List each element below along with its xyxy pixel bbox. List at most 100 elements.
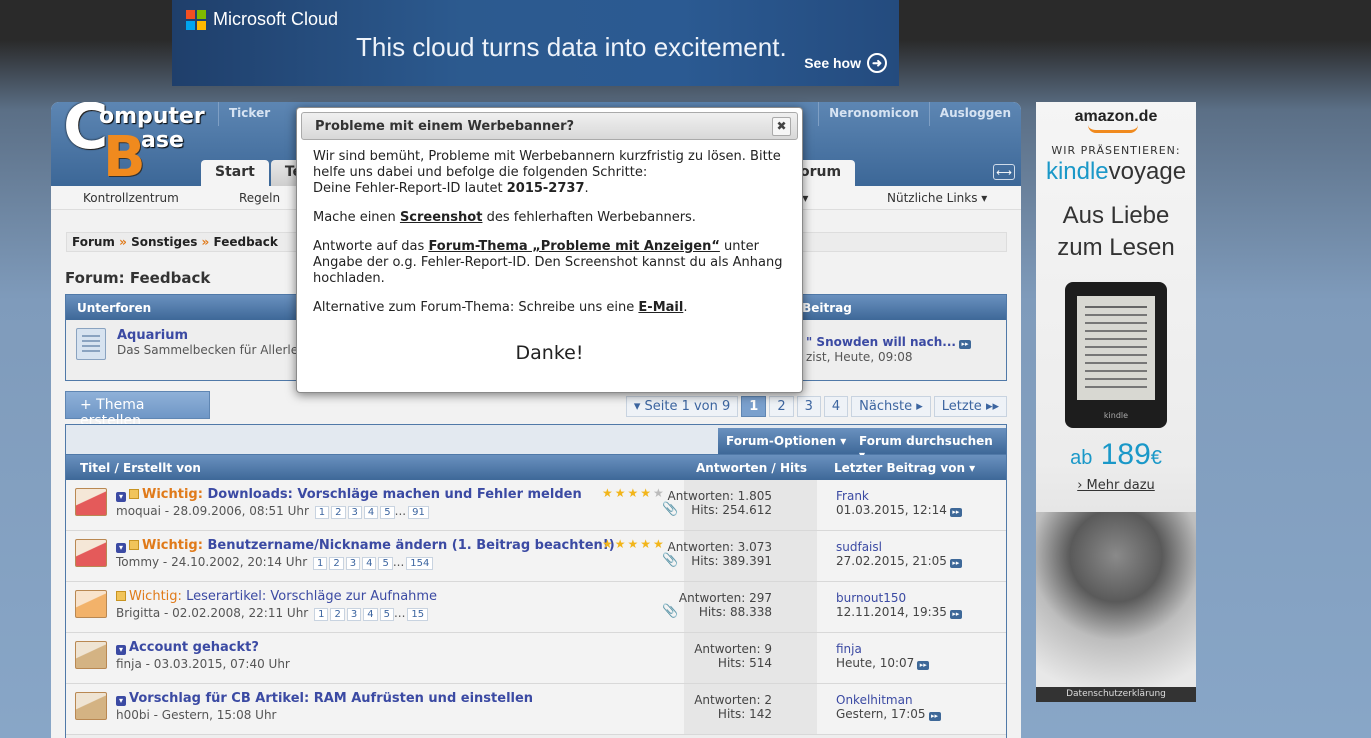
thread-title[interactable]: ▾ Vorschlag für CB Artikel: RAM Aufrüsten… <box>116 691 533 706</box>
thread-last-page-link[interactable]: 15 <box>407 608 429 621</box>
thread-meta: finja - 03.03.2015, 07:40 Uhr <box>116 657 290 671</box>
col-stats[interactable]: Antworten / Hits <box>696 461 807 475</box>
privacy-link[interactable]: Datenschutzerklärung <box>1036 687 1196 702</box>
kindle-ad[interactable]: amazon.de WIR PRÄSENTIEREN: kindlevoyage… <box>1036 102 1196 702</box>
last-post-user[interactable]: Frank <box>836 489 869 503</box>
top-banner-ad[interactable]: Microsoft Cloud This cloud turns data in… <box>172 0 899 86</box>
see-how-label: See how <box>804 55 861 71</box>
expand-width-icon[interactable]: ⟷ <box>993 164 1015 180</box>
thread-page-link[interactable]: 5 <box>379 608 394 621</box>
last-user-name[interactable]: Onkelhitman <box>836 693 913 707</box>
thread-last-page-link[interactable]: 154 <box>406 557 434 570</box>
jump-to-post-icon[interactable]: ▸▸ <box>949 610 962 619</box>
thread-page-link[interactable]: 4 <box>363 608 378 621</box>
last-user-name[interactable]: burnout150 <box>836 591 906 605</box>
thread-page-link[interactable]: 1 <box>314 506 330 519</box>
thread-icon <box>75 641 107 669</box>
breadcrumb-separator: » <box>201 235 210 249</box>
page-2[interactable]: 2 <box>769 396 794 417</box>
close-icon[interactable]: ✖ <box>772 117 791 136</box>
next-page-button[interactable]: Nächste ▸ <box>851 396 931 417</box>
thread-page-link[interactable]: 4 <box>362 557 377 570</box>
last-user-name[interactable]: finja <box>836 642 862 656</box>
thread-row[interactable]: ▾ Wichtig: Benutzername/Nickname ändern (… <box>66 531 1006 582</box>
subnav-nuetzliche-links[interactable]: Nützliche Links ▾ <box>887 191 987 205</box>
price-prefix: ab <box>1070 447 1093 469</box>
thanks-text: Danke! <box>515 342 584 364</box>
last-post-user[interactable]: finja <box>836 642 862 656</box>
logout-link[interactable]: Ausloggen <box>928 102 1021 126</box>
create-thread-button[interactable]: + Thema erstellen <box>65 391 210 429</box>
page-1[interactable]: 1 <box>741 396 767 417</box>
jump-to-post-icon[interactable]: ▸▸ <box>958 340 971 349</box>
thread-last-page-link[interactable]: 91 <box>408 506 429 519</box>
thread-title[interactable]: Wichtig: Leserartikel: Vorschläge zur Au… <box>116 589 437 604</box>
thread-page-link[interactable]: 1 <box>314 608 329 621</box>
more-info-link[interactable]: › Mehr dazu <box>1036 478 1196 493</box>
kindle-voyage-logo: kindlevoyage <box>1036 158 1196 186</box>
dialog-paragraph-1: Wir sind bemüht, Probleme mit Werbebanne… <box>313 149 781 196</box>
thread-author-date: Brigitta - 02.02.2008, 22:11 Uhr <box>116 606 309 620</box>
jump-to-post-icon[interactable]: ▸▸ <box>949 559 962 568</box>
announcement-icon <box>129 489 139 499</box>
last-post-user[interactable]: Onkelhitman <box>836 693 913 707</box>
subforum-last-title[interactable]: " Snowden will nach... ▸▸ <box>806 335 971 349</box>
thread-page-link[interactable]: 1 <box>312 557 328 570</box>
thread-page-link[interactable]: 3 <box>347 506 362 519</box>
sticky-icon: ▾ <box>116 492 126 502</box>
forum-options-button[interactable]: Forum-Optionen ▾ <box>718 428 855 454</box>
thread-row[interactable]: ▾ Account gehackt? finja - 03.03.2015, 07… <box>66 633 1006 684</box>
page-jump-dropdown[interactable]: ▾ Seite 1 von 9 <box>625 396 739 417</box>
thread-row[interactable]: Wichtig: Leserartikel: Vorschläge zur Au… <box>66 582 1006 633</box>
price-value: 189 <box>1100 438 1151 471</box>
email-link[interactable]: E-Mail <box>638 300 683 315</box>
subforum-name[interactable]: Aquarium <box>117 328 188 343</box>
jump-to-post-icon[interactable]: ▸▸ <box>949 508 962 517</box>
last-date-text: 01.03.2015, 12:14 <box>836 503 947 517</box>
thread-page-link[interactable]: 2 <box>330 608 345 621</box>
col-title[interactable]: Titel / Erstellt von <box>80 461 201 475</box>
jump-to-post-icon[interactable]: ▸▸ <box>928 712 941 721</box>
breadcrumb-feedback[interactable]: Feedback <box>214 235 278 249</box>
thread-row[interactable]: ▾ Wichtig: Downloads: Vorschläge machen u… <box>66 480 1006 531</box>
screenshot-link[interactable]: Screenshot <box>400 210 483 225</box>
breadcrumb-sonstiges[interactable]: Sonstiges <box>131 235 197 249</box>
col-last-post[interactable]: Letzter Beitrag von ▾ <box>834 461 975 475</box>
last-page-button[interactable]: Letzte ▸▸ <box>933 396 1007 417</box>
thread-page-link[interactable]: 4 <box>363 506 379 519</box>
thread-title[interactable]: ▾ Wichtig: Downloads: Vorschläge machen u… <box>116 487 582 502</box>
ticker-link[interactable]: Ticker <box>218 102 280 126</box>
thread-row[interactable]: ▾ Vorschlag für CB Artikel: RAM Aufrüsten… <box>66 684 1006 735</box>
thread-page-link[interactable]: 2 <box>329 557 344 570</box>
announcement-icon <box>129 540 139 550</box>
breadcrumb-separator: » <box>119 235 127 249</box>
page-3[interactable]: 3 <box>796 396 821 417</box>
page-4[interactable]: 4 <box>823 396 849 417</box>
forum-search-button[interactable]: Forum durchsuchen ▾ <box>851 428 1006 462</box>
header-links-left: Ticker <box>218 102 280 126</box>
thread-page-link[interactable]: 3 <box>345 557 361 570</box>
thread-page-link[interactable]: 5 <box>378 557 393 570</box>
thread-page-link[interactable]: 5 <box>380 506 395 519</box>
forum-thread-link[interactable]: Forum-Thema „Probleme mit Anzeigen“ <box>428 239 719 254</box>
thread-title[interactable]: ▾ Account gehackt? <box>116 640 259 655</box>
ad-tagline: This cloud turns data into excitement. <box>356 32 787 62</box>
subnav-kontrollzentrum[interactable]: Kontrollzentrum <box>83 191 179 205</box>
thread-meta: h00bi - Gestern, 15:08 Uhr <box>116 708 277 722</box>
thread-page-link[interactable]: 3 <box>346 608 362 621</box>
last-user-name[interactable]: Frank <box>836 489 869 503</box>
last-post-user[interactable]: burnout150 <box>836 591 906 605</box>
thread-page-link[interactable]: 2 <box>331 506 346 519</box>
tab-start[interactable]: Start <box>201 160 269 186</box>
jump-to-post-icon[interactable]: ▸▸ <box>917 661 930 670</box>
username-link[interactable]: Neronomicon <box>818 102 929 126</box>
see-how-link[interactable]: See how ➜ <box>804 53 887 73</box>
subnav-regeln[interactable]: Regeln <box>239 191 280 205</box>
last-user-name[interactable]: sudfaisl <box>836 540 882 554</box>
thread-prefix: Wichtig: <box>142 487 203 502</box>
breadcrumb-forum[interactable]: Forum <box>72 235 115 249</box>
thread-title[interactable]: ▾ Wichtig: Benutzername/Nickname ändern (… <box>116 538 615 553</box>
last-post-user[interactable]: sudfaisl <box>836 540 882 554</box>
thread-title-text: Leserartikel: Vorschläge zur Aufnahme <box>186 589 438 604</box>
email-pre: Alternative zum Forum-Thema: Schreibe un… <box>313 300 635 315</box>
